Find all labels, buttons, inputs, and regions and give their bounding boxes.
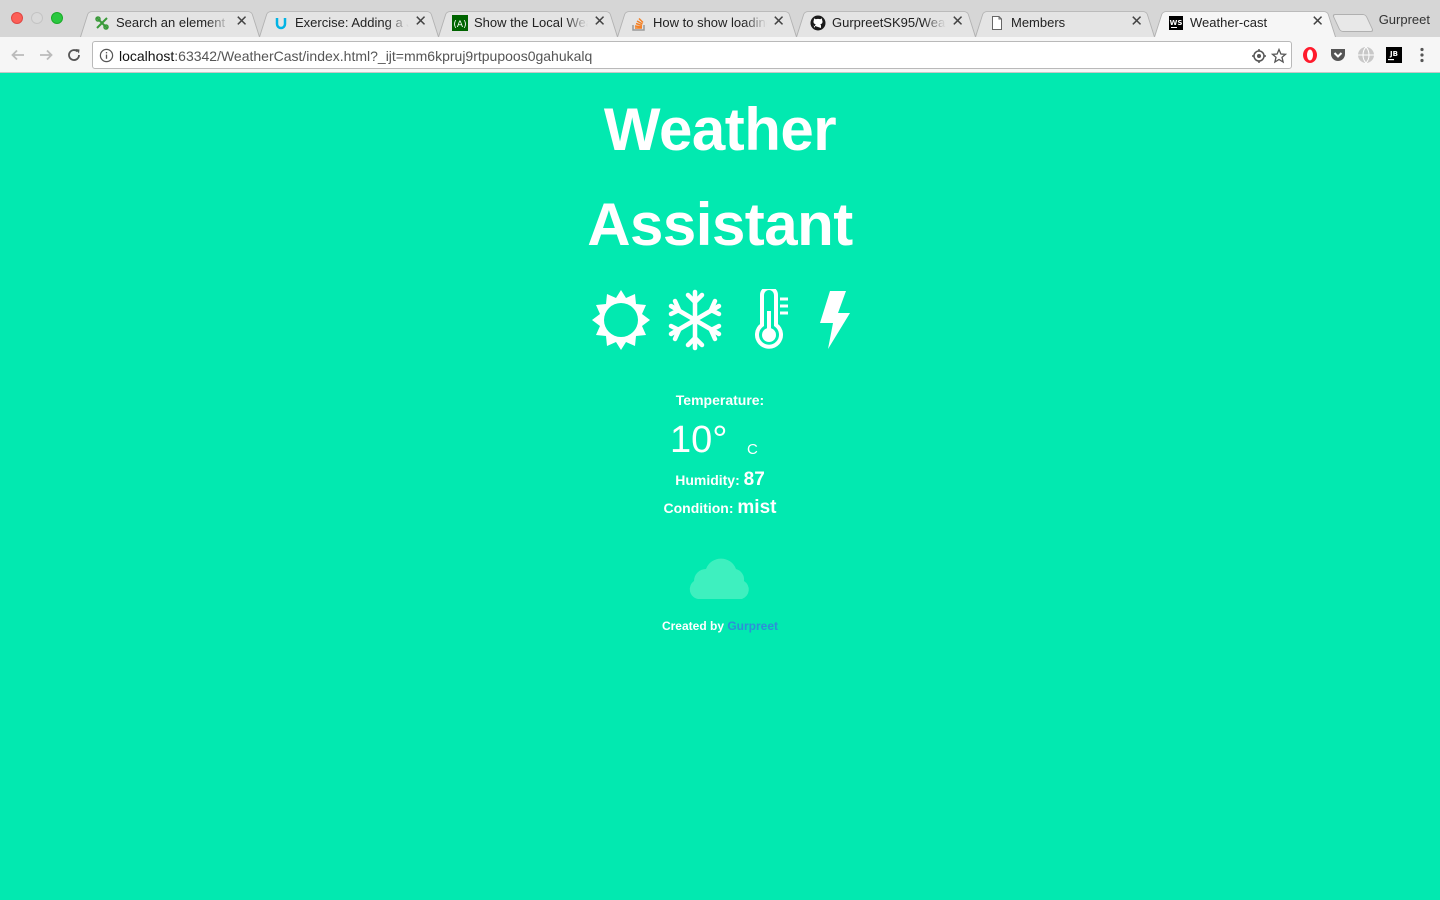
weather-page: Weather Assistant Temperature: 10° C Hum…: [0, 73, 1440, 900]
info-icon[interactable]: [99, 48, 114, 68]
humidity-row: Humidity: 87: [0, 469, 1440, 491]
credit-prefix: Created by: [661, 619, 724, 633]
tab-weather-cast[interactable]: WS Weather-cast ✕: [1154, 8, 1336, 38]
forward-arrow-icon[interactable]: [36, 45, 56, 65]
tab-title: Members: [1011, 15, 1066, 30]
tab-close-icon[interactable]: ✕: [772, 14, 785, 30]
url-text[interactable]: localhost:63342/WeatherCast/index.html?_…: [119, 48, 592, 64]
tab-show-loading[interactable]: How to show loading ✕: [617, 8, 797, 38]
svg-text:JB: JB: [1389, 50, 1398, 58]
author-link[interactable]: Gurpreet: [727, 619, 778, 633]
pocket-extension-icon[interactable]: [1329, 46, 1347, 64]
opera-extension-icon[interactable]: [1301, 46, 1319, 64]
tab-show-weather[interactable]: (A) Show the Local Weath ✕: [438, 8, 618, 38]
udacity-favicon-icon: [273, 15, 289, 31]
minimize-window-button[interactable]: [31, 12, 43, 24]
menu-dots-icon[interactable]: [1413, 46, 1431, 64]
tab-title: GurpreetSK95/Weath: [832, 15, 946, 30]
tab-search-element[interactable]: Search an element in a ✕: [80, 8, 260, 38]
tab-close-icon[interactable]: ✕: [951, 14, 964, 30]
tab-title: Search an element in a: [116, 15, 230, 30]
sun-icon: [592, 290, 650, 350]
humidity-value: 87: [743, 469, 765, 490]
page-title-line1: Weather: [603, 96, 837, 163]
page-title-line2: Assistant: [587, 191, 853, 258]
tab-title: Exercise: Adding a Jo: [295, 15, 409, 30]
stackoverflow-favicon-icon: [631, 15, 647, 31]
condition-row: Condition: mist: [0, 497, 1440, 519]
thermometer-icon: [755, 289, 788, 349]
svg-text:WS: WS: [1170, 19, 1183, 27]
jetbrains-extension-icon[interactable]: JB: [1385, 46, 1403, 64]
close-window-button[interactable]: [11, 12, 23, 24]
tab-close-icon[interactable]: ✕: [414, 14, 427, 30]
tab-title: Show the Local Weath: [474, 15, 588, 30]
condition-label: Condition:: [663, 500, 734, 516]
profile-name[interactable]: Gurpreet: [1379, 12, 1430, 27]
bookmark-star-icon[interactable]: [1270, 47, 1288, 69]
snowflake-icon: [668, 289, 722, 351]
tab-strip: Search an element in a ✕ Exercise: Addin…: [0, 0, 1440, 38]
location-target-icon[interactable]: [1251, 48, 1267, 69]
back-arrow-icon[interactable]: [8, 45, 28, 65]
svg-text:(A): (A): [453, 20, 466, 30]
tab-close-icon[interactable]: ✕: [235, 14, 248, 30]
weather-icons-row: [0, 289, 1440, 353]
document-favicon-icon: [989, 15, 1005, 31]
tab-close-icon[interactable]: ✕: [1311, 14, 1324, 30]
temperature-unit-toggle[interactable]: C: [747, 441, 758, 458]
webstorm-favicon-icon: WS: [1168, 15, 1184, 31]
tab-close-icon[interactable]: ✕: [593, 14, 606, 30]
condition-value: mist: [737, 497, 777, 518]
credit-line: Created by Gurpreet: [0, 619, 1440, 633]
new-tab-button[interactable]: [1331, 14, 1375, 32]
github-favicon-icon: [810, 15, 826, 31]
maximize-window-button[interactable]: [51, 12, 63, 24]
tab-exercise[interactable]: Exercise: Adding a Jo ✕: [259, 8, 439, 38]
freecodecamp-favicon-icon: (A): [452, 15, 468, 31]
tab-title: How to show loading: [653, 15, 767, 30]
temperature-value: 10°: [670, 419, 728, 461]
tab-close-icon[interactable]: ✕: [1130, 14, 1143, 30]
cloud-icon: [689, 558, 749, 599]
lightning-icon: [820, 291, 850, 349]
tab-github-repo[interactable]: GurpreetSK95/Weath ✕: [796, 8, 976, 38]
browser-toolbar: localhost:63342/WeatherCast/index.html?_…: [0, 37, 1440, 73]
tab-title: Weather-cast: [1190, 15, 1268, 30]
humidity-label: Humidity:: [675, 472, 740, 488]
tool-favicon-icon: [94, 15, 110, 31]
globe-extension-icon[interactable]: [1357, 46, 1375, 64]
temperature-label: Temperature:: [675, 392, 765, 408]
temperature-display: 10° C: [0, 419, 1440, 463]
reload-icon[interactable]: [64, 45, 84, 65]
address-bar[interactable]: localhost:63342/WeatherCast/index.html?_…: [92, 41, 1292, 69]
tab-members[interactable]: Members ✕: [975, 8, 1155, 38]
